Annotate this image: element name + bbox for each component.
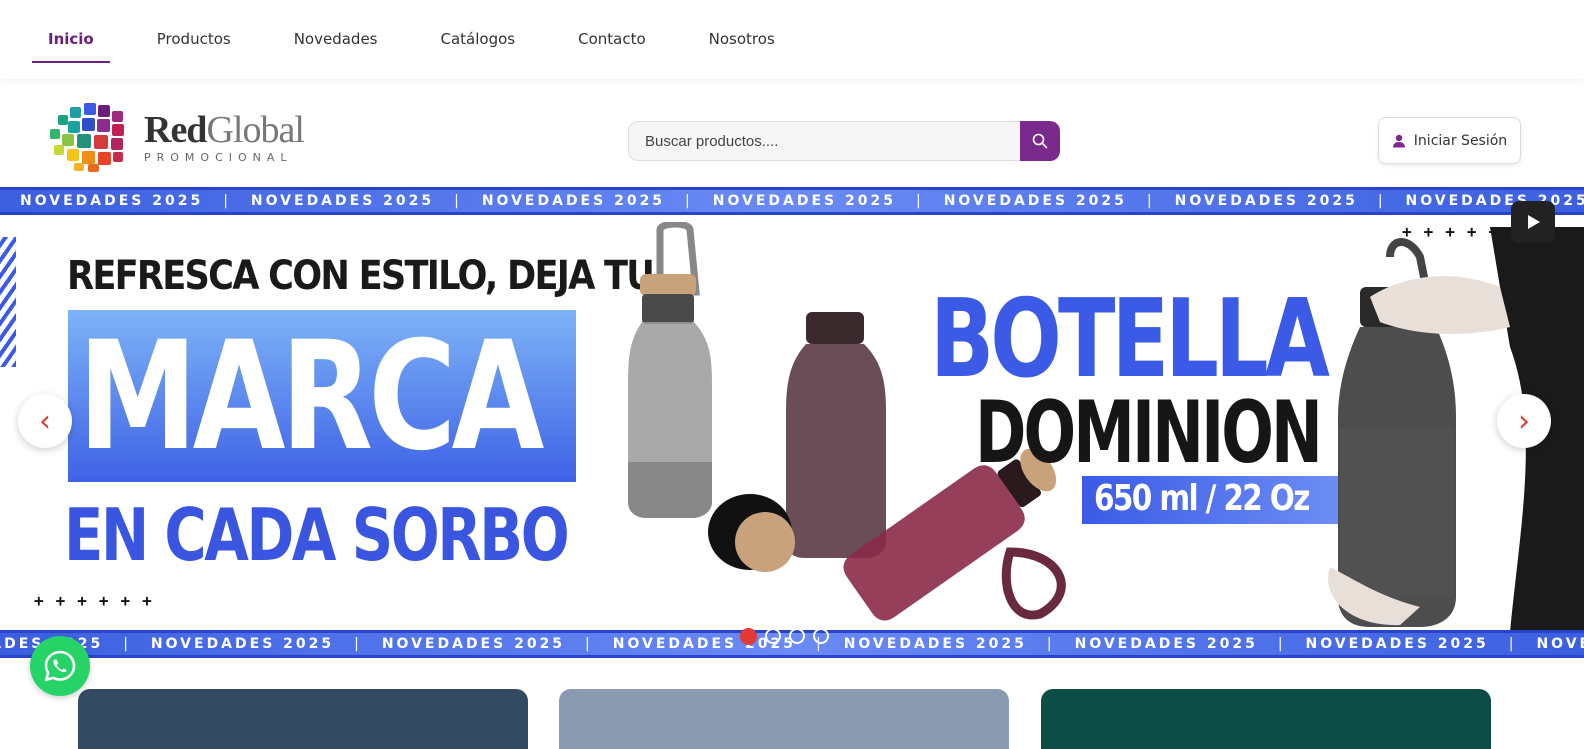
ticker-item: NOVEDADES 2025 <box>1305 636 1489 652</box>
logo-subtitle: PROMOCIONAL <box>144 150 293 164</box>
decorative-plus-signs: ++++++ <box>34 591 164 610</box>
globe-logo-icon <box>46 101 130 173</box>
ticker-item: NOVEDADES 2025 <box>150 636 335 652</box>
decorative-stripes <box>0 237 16 367</box>
carousel-next-button[interactable]: › <box>1497 394 1551 448</box>
search-bar <box>628 121 1060 161</box>
nav-item-productos[interactable]: Productos <box>141 0 247 79</box>
ticker-item: NOVEDADES 2025 <box>1174 193 1358 209</box>
ticker-item: NOVEDADES 2025 <box>250 193 435 209</box>
site-logo[interactable]: RedGlobal PROMOCIONAL <box>46 101 316 173</box>
whatsapp-icon <box>44 650 76 682</box>
ticker-item: NOVEDADES 2025 <box>1074 636 1258 652</box>
login-button[interactable]: Iniciar Sesión <box>1378 117 1521 164</box>
carousel-dot-3[interactable] <box>789 628 805 644</box>
play-button[interactable] <box>1511 201 1555 243</box>
logo-text: RedGlobal PROMOCIONAL <box>144 108 305 164</box>
ticker-item: NOVEDADES 2025 <box>20 193 204 209</box>
ticker-item: NOVEDADES 2025 <box>1536 636 1584 652</box>
category-card[interactable] <box>559 689 1009 749</box>
play-icon <box>1528 215 1540 229</box>
logo-brand-global: Global <box>206 108 304 151</box>
headline-bottom: EN CADA SORBO <box>64 493 570 577</box>
login-label: Iniciar Sesión <box>1413 132 1508 149</box>
ticker-row: NOVEDADES 2025| NOVEDADES 2025| NOVEDADE… <box>0 190 1584 212</box>
user-icon <box>1392 134 1405 147</box>
carousel-prev-button[interactable]: ‹ <box>18 394 72 448</box>
carousel-indicators <box>740 628 829 645</box>
headline-big: MARCA <box>78 310 544 484</box>
search-button[interactable] <box>1020 121 1060 161</box>
ticker-item: NOVEDADES 2025 <box>381 636 566 652</box>
carousel-dot-1[interactable] <box>740 628 757 645</box>
whatsapp-button[interactable] <box>30 636 90 696</box>
category-card[interactable] <box>78 689 528 749</box>
nav-item-contacto[interactable]: Contacto <box>562 0 662 79</box>
product-name-2: DOMINION <box>975 383 1323 483</box>
logo-brand: RedGlobal <box>144 108 305 151</box>
ticker-item: NOVEDADES 2025 <box>712 193 896 209</box>
ticker-item: NOVEDADES 2025 <box>481 193 666 209</box>
logo-brand-red: Red <box>144 108 207 151</box>
category-cards <box>0 689 1584 749</box>
nav-item-novedades[interactable]: Novedades <box>278 0 394 79</box>
search-icon <box>1032 133 1048 149</box>
ticker-top: NOVEDADES 2025 | NOVEDADES 2025 | NOVEDADE… <box>0 187 1584 215</box>
search-input[interactable] <box>628 121 1020 161</box>
carousel-dot-2[interactable] <box>765 628 781 644</box>
headline-top: REFRESCA CON ESTILO, DEJA TU <box>67 253 655 299</box>
top-navigation: Inicio Productos Novedades Catálogos Con… <box>0 0 1584 79</box>
category-card[interactable] <box>1041 689 1491 749</box>
product-volume: 650 ml / 22 Oz <box>1094 478 1310 519</box>
site-header: RedGlobal PROMOCIONAL Iniciar Sesión <box>0 79 1584 187</box>
nav-item-nosotros[interactable]: Nosotros <box>693 0 791 79</box>
ticker-item: NOVEDADES 2025 <box>843 636 1027 652</box>
nav-item-inicio[interactable]: Inicio <box>32 0 110 79</box>
hero-carousel: NOVEDADES 2025 | NOVEDADES 2025 | NOVEDADE… <box>0 187 1584 658</box>
chevron-left-icon: ‹ <box>39 403 51 439</box>
nav-item-catalogos[interactable]: Catálogos <box>425 0 532 79</box>
ticker-item: NOVEDADES 2025 <box>943 193 1127 209</box>
carousel-dot-4[interactable] <box>813 628 829 644</box>
chevron-right-icon: › <box>1518 403 1530 439</box>
